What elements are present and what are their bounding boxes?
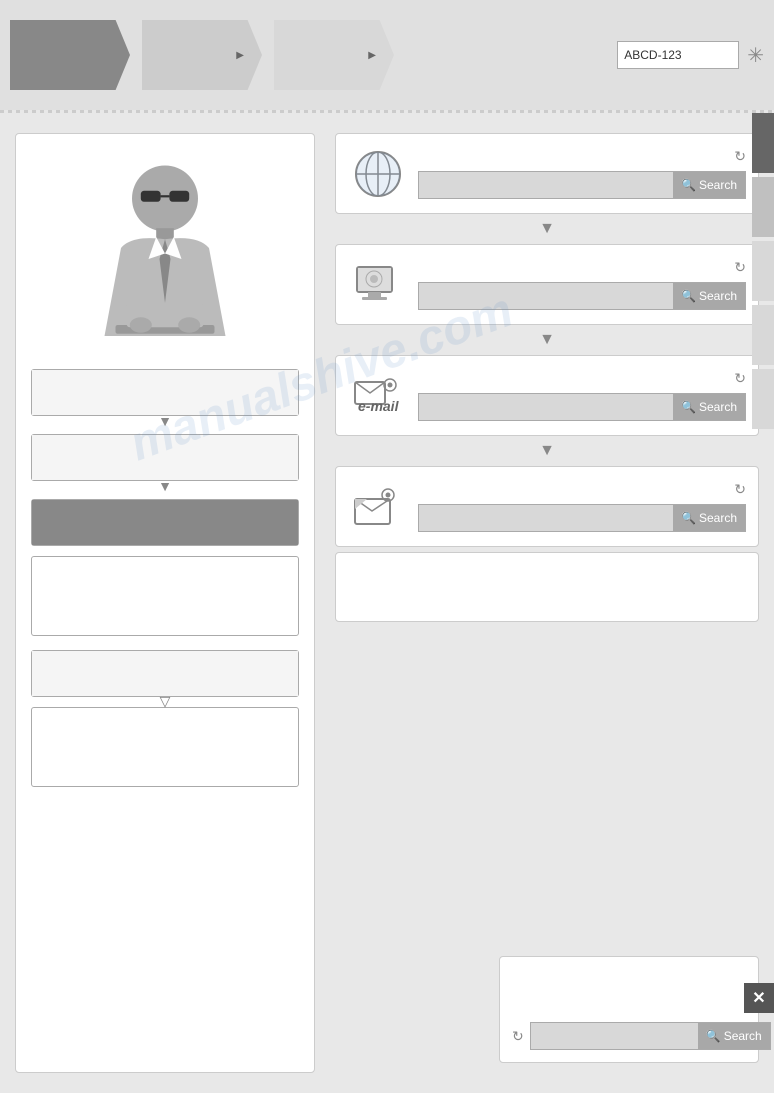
computer-svg — [352, 259, 404, 311]
search-card-web: ↻ 🔍 Search — [335, 133, 759, 214]
sidebar-tab-3[interactable] — [752, 241, 774, 301]
search-input-row-email: 🔍 Search — [418, 393, 746, 421]
nav-arrow-3[interactable]: ▶ — [274, 20, 394, 90]
card-top-row-envelope: ↻ — [418, 481, 746, 498]
magnifier-icon-envelope: 🔍 — [681, 511, 696, 525]
card-search-label-bottom: Search — [724, 1029, 762, 1043]
sidebar-tab-1[interactable] — [752, 113, 774, 173]
dropdown-4-inner — [32, 651, 298, 696]
top-search-input[interactable] — [618, 42, 738, 68]
search-input-row-web: 🔍 Search — [418, 171, 746, 199]
sidebar-tab-4[interactable] — [752, 305, 774, 365]
top-navigation: ▶ ▶ ✳ — [0, 0, 774, 110]
top-search-box — [617, 41, 739, 69]
card-top-row-email: ↻ — [418, 370, 746, 387]
card-icon-email: e-mail — [348, 368, 408, 423]
refresh-icon-bottom[interactable]: ↻ — [512, 1028, 524, 1045]
dropdown-1-arrow: ▼ — [158, 413, 172, 429]
card-search-area-web: ↻ 🔍 Search — [418, 148, 746, 199]
nav-arrow-1[interactable] — [10, 20, 130, 90]
card-icon-envelope — [348, 479, 408, 534]
left-panel: ▼ ▼ ▽ — [15, 133, 315, 1073]
bottom-float-card: ↻ 🔍 Search — [499, 956, 759, 1063]
card-search-area-computer: ↻ 🔍 Search — [418, 259, 746, 310]
svg-text:e-mail: e-mail — [358, 398, 400, 414]
card-search-label-envelope: Search — [699, 511, 737, 525]
refresh-icon-envelope[interactable]: ↻ — [734, 481, 746, 498]
card-icon-computer — [348, 257, 408, 312]
envelope-svg — [352, 481, 404, 533]
magnifier-icon-email: 🔍 — [681, 400, 696, 414]
card-search-btn-envelope[interactable]: 🔍 Search — [673, 505, 745, 531]
dropdown-2[interactable]: ▼ — [31, 434, 299, 481]
nav-arrow-shape-1 — [10, 20, 130, 90]
dropdown-4-arrow: ▽ — [160, 693, 171, 710]
dropdown-2-inner — [32, 435, 298, 480]
card-top-row-web: ↻ — [418, 148, 746, 165]
refresh-icon-computer[interactable]: ↻ — [734, 259, 746, 276]
text-box-1 — [31, 556, 299, 636]
person-svg — [55, 159, 275, 359]
sparkle-icon: ✳ — [747, 43, 764, 68]
dropdown-3-inner — [32, 500, 298, 545]
card-search-input-computer[interactable] — [419, 283, 673, 309]
card-search-input-bottom[interactable] — [531, 1023, 698, 1049]
card-top-row-computer: ↻ — [418, 259, 746, 276]
top-right-area: ✳ — [617, 41, 764, 69]
empty-card — [335, 552, 759, 622]
down-arrow-1: ▼ — [335, 221, 759, 237]
bottom-card-top — [512, 972, 746, 1012]
search-input-row-envelope: 🔍 Search — [418, 504, 746, 532]
close-button[interactable]: ✕ — [744, 983, 774, 1013]
nav-arrow-shape-2 — [142, 20, 262, 90]
dropdown-2-arrow: ▼ — [158, 478, 172, 494]
play-icon-1: ▶ — [236, 50, 244, 61]
card-search-btn-computer[interactable]: 🔍 Search — [673, 283, 745, 309]
search-card-computer: ↻ 🔍 Search — [335, 244, 759, 325]
text-box-2 — [31, 707, 299, 787]
magnifier-icon-web: 🔍 — [681, 178, 696, 192]
down-arrow-3: ▼ — [335, 443, 759, 459]
dropdown-1[interactable]: ▼ — [31, 369, 299, 416]
globe-svg — [352, 148, 404, 200]
refresh-icon-web[interactable]: ↻ — [734, 148, 746, 165]
sidebar-tab-2[interactable] — [752, 177, 774, 237]
card-search-btn-email[interactable]: 🔍 Search — [673, 394, 745, 420]
card-search-input-email[interactable] — [419, 394, 673, 420]
refresh-icon-email[interactable]: ↻ — [734, 370, 746, 387]
right-sidebar — [752, 113, 774, 431]
card-icon-web — [348, 146, 408, 201]
down-arrow-2: ▼ — [335, 332, 759, 348]
card-search-btn-bottom[interactable]: 🔍 Search — [698, 1023, 770, 1049]
email-svg: e-mail — [352, 367, 404, 419]
magnifier-icon-computer: 🔍 — [681, 289, 696, 303]
magnifier-icon-bottom: 🔍 — [706, 1029, 721, 1043]
dropdown-1-inner — [32, 370, 298, 415]
card-search-area-envelope: ↻ 🔍 Search — [418, 481, 746, 532]
nav-arrow-2[interactable]: ▶ — [142, 20, 262, 90]
play-icon-2: ▶ — [368, 50, 376, 61]
card-search-label-web: Search — [699, 178, 737, 192]
card-search-input-web[interactable] — [419, 172, 673, 198]
search-card-email: e-mail ↻ 🔍 Search — [335, 355, 759, 436]
card-search-input-envelope[interactable] — [419, 505, 673, 531]
main-content: ▼ ▼ ▽ — [0, 113, 774, 1093]
card-search-btn-web[interactable]: 🔍 Search — [673, 172, 745, 198]
dropdown-3[interactable] — [31, 499, 299, 546]
dropdown-4[interactable]: ▽ — [31, 650, 299, 697]
person-illustration — [31, 149, 299, 369]
card-search-label-computer: Search — [699, 289, 737, 303]
card-search-area-email: ↻ 🔍 Search — [418, 370, 746, 421]
search-input-row-bottom: 🔍 Search — [530, 1022, 771, 1050]
search-card-envelope: ↻ 🔍 Search — [335, 466, 759, 547]
bottom-card-search-row: ↻ 🔍 Search — [512, 1022, 746, 1050]
card-search-label-email: Search — [699, 400, 737, 414]
nav-arrow-shape-3 — [274, 20, 394, 90]
right-panel: ↻ 🔍 Search ▼ — [335, 133, 759, 1073]
search-input-row-computer: 🔍 Search — [418, 282, 746, 310]
sidebar-tab-5[interactable] — [752, 369, 774, 429]
